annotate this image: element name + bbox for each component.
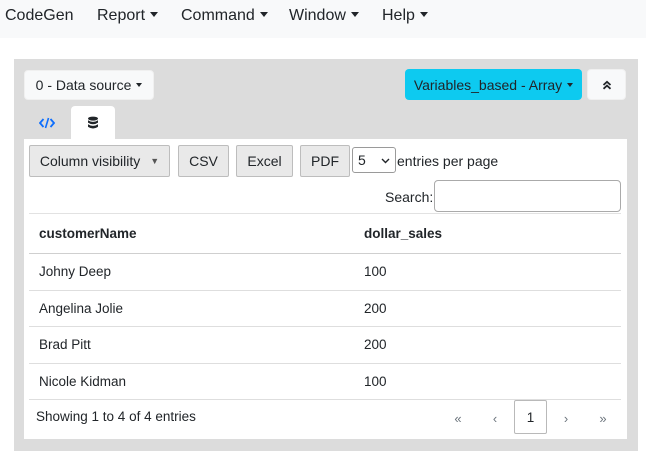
table-row: Nicole Kidman 100 <box>29 363 621 400</box>
code-icon <box>39 117 55 128</box>
table-cell: Brad Pitt <box>29 326 354 364</box>
column-header-customername[interactable]: customerName <box>29 213 354 254</box>
page-1-button[interactable]: 1 <box>514 400 547 434</box>
database-icon <box>88 116 98 128</box>
first-page-button[interactable]: « <box>448 402 468 434</box>
search-label: Search: <box>385 189 434 205</box>
collapse-button[interactable] <box>587 69 626 100</box>
table-cell: Nicole Kidman <box>29 363 354 400</box>
table-header-row: customerName dollar_sales <box>29 213 621 254</box>
prev-page-button[interactable]: ‹ <box>485 402 505 434</box>
app-brand[interactable]: CodeGen <box>5 7 74 25</box>
chevron-double-up-icon <box>602 80 611 89</box>
table-cell: 100 <box>354 363 621 400</box>
column-visibility-button[interactable]: Column visibility ▼ <box>29 145 170 177</box>
tab-code[interactable] <box>26 106 68 139</box>
caret-down-icon <box>419 12 428 17</box>
csv-button[interactable]: CSV <box>178 145 229 177</box>
table-cell: 200 <box>354 290 621 327</box>
datasource-dropdown[interactable]: 0 - Data source <box>24 70 154 100</box>
table-cell: 100 <box>354 253 621 291</box>
variables-dropdown[interactable]: Variables_based - Array <box>405 69 582 100</box>
menu-command[interactable]: Command <box>181 7 268 25</box>
caret-down-icon <box>259 12 268 17</box>
caret-down-icon <box>567 82 574 87</box>
table-row: Angelina Jolie 200 <box>29 290 621 327</box>
chevron-down-icon <box>381 158 390 164</box>
menu-report[interactable]: Report <box>97 7 159 25</box>
caret-down-icon <box>150 12 159 17</box>
excel-button[interactable]: Excel <box>236 145 293 177</box>
pdf-button[interactable]: PDF <box>300 145 350 177</box>
page-size-select[interactable]: 5 <box>352 147 396 173</box>
column-header-dollar-sales[interactable]: dollar_sales <box>354 213 621 254</box>
data-table: customerName dollar_sales Johny Deep 100… <box>29 213 621 400</box>
tab-data[interactable] <box>71 106 115 139</box>
entries-per-page-label: entries per page <box>397 153 499 169</box>
table-row: Brad Pitt 200 <box>29 326 621 364</box>
table-row: Johny Deep 100 <box>29 253 621 291</box>
table-info: Showing 1 to 4 of 4 entries <box>36 409 196 424</box>
table-cell: 200 <box>354 326 621 364</box>
last-page-button[interactable]: » <box>593 402 613 434</box>
triangle-down-icon: ▼ <box>150 156 160 166</box>
caret-down-icon <box>136 83 143 87</box>
menu-window[interactable]: Window <box>289 7 359 25</box>
next-page-button[interactable]: › <box>556 402 576 434</box>
caret-down-icon <box>350 12 359 17</box>
menu-help[interactable]: Help <box>382 7 428 25</box>
top-navbar: CodeGen Report Command Window Help <box>0 0 646 38</box>
table-cell: Angelina Jolie <box>29 290 354 327</box>
table-cell: Johny Deep <box>29 253 354 291</box>
search-input[interactable] <box>434 180 621 212</box>
